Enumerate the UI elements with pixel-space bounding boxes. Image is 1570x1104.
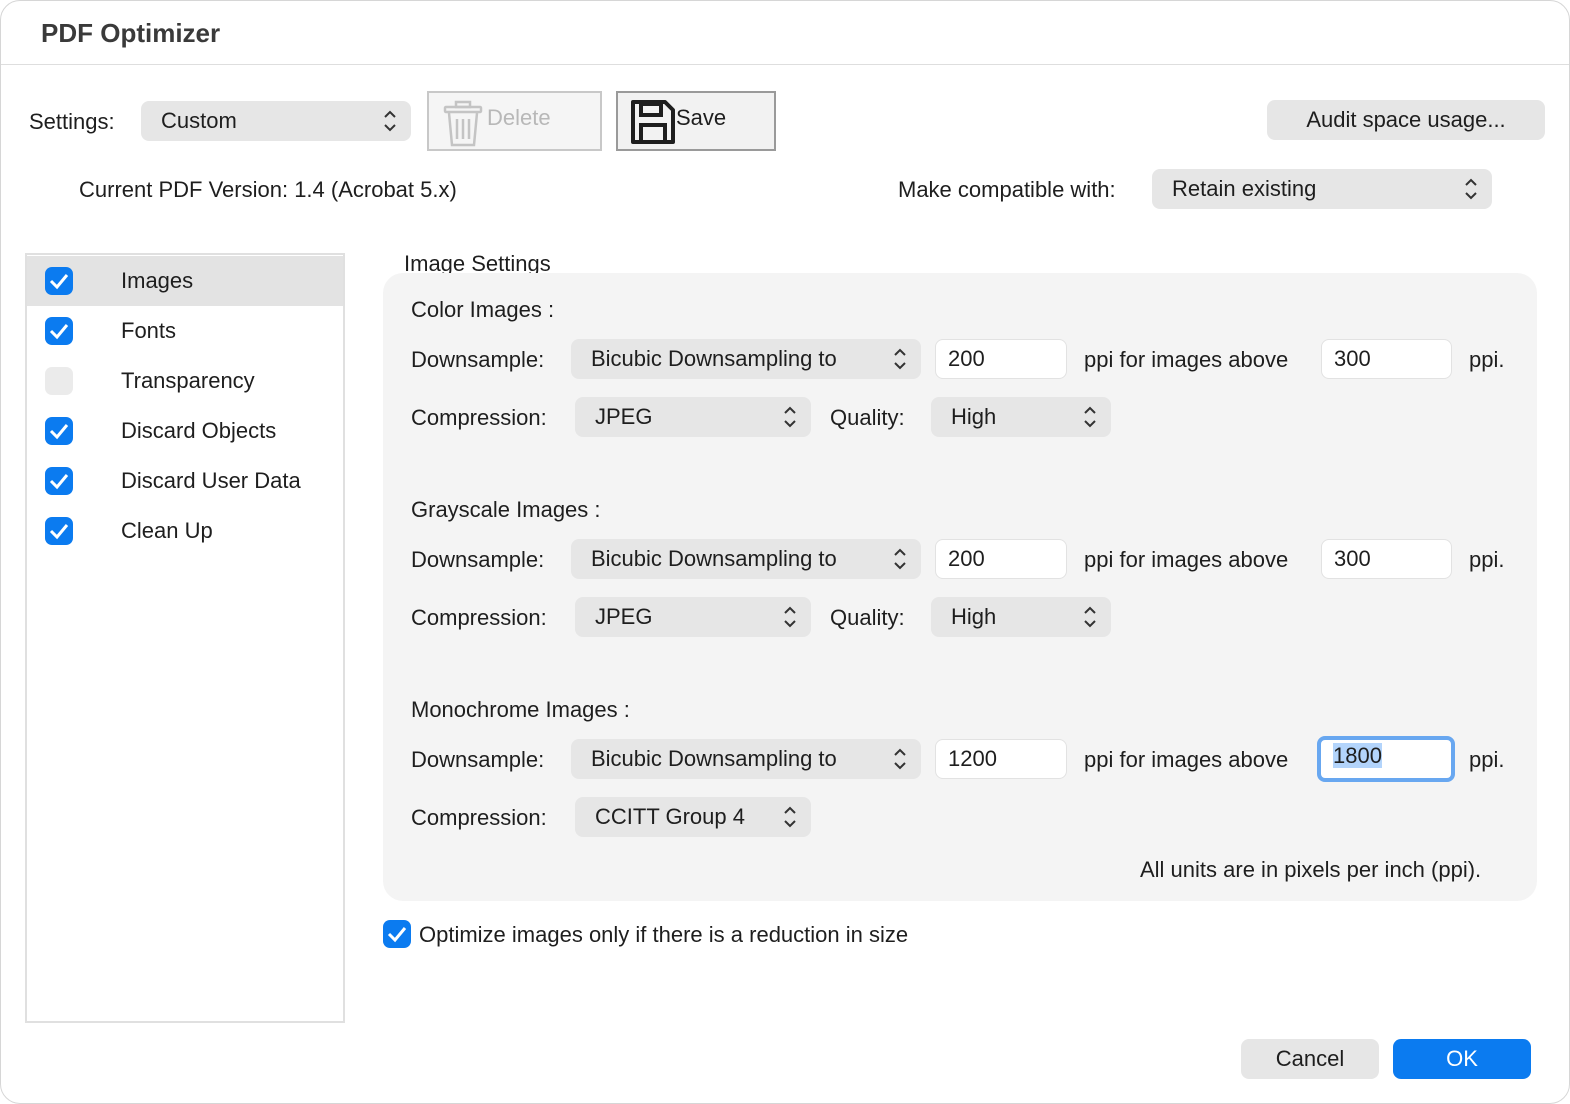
color-quality-dropdown[interactable]: High bbox=[931, 397, 1111, 437]
color-ppi-input[interactable]: 200 bbox=[935, 339, 1067, 379]
grayscale-quality-label: Quality: bbox=[830, 605, 905, 630]
monochrome-images-heading: Monochrome Images : bbox=[411, 697, 630, 722]
delete-button[interactable]: Delete bbox=[427, 91, 602, 151]
chevron-updown-icon bbox=[894, 548, 906, 570]
color-compression-value: JPEG bbox=[595, 404, 653, 429]
monochrome-ppi-above-label: ppi for images above bbox=[1084, 747, 1289, 772]
color-ppi-above-label: ppi for images above bbox=[1084, 347, 1289, 372]
ok-button[interactable]: OK bbox=[1393, 1039, 1531, 1079]
sidebar-item-discard-user-data[interactable]: Discard User Data bbox=[27, 456, 343, 506]
checkmark-icon bbox=[49, 474, 69, 490]
color-downsample-value: Bicubic Downsampling to bbox=[591, 346, 837, 371]
monochrome-compression-label: Compression: bbox=[411, 805, 547, 830]
color-compression-label: Compression: bbox=[411, 405, 547, 430]
pdf-optimizer-window: PDF Optimizer Settings: Custom Delete Sa… bbox=[0, 0, 1570, 1104]
floppy-disk-icon bbox=[631, 100, 675, 144]
sidebar-item-discard-objects[interactable]: Discard Objects bbox=[27, 406, 343, 456]
chevron-updown-icon bbox=[894, 348, 906, 370]
discard-user-data-checkbox[interactable] bbox=[45, 467, 73, 495]
grayscale-above-input[interactable]: 300 bbox=[1321, 539, 1452, 579]
optimize-only-label: Optimize images only if there is a reduc… bbox=[419, 922, 909, 947]
grayscale-ppi-suffix: ppi. bbox=[1469, 547, 1505, 572]
current-pdf-version: Current PDF Version: 1.4 (Acrobat 5.x) bbox=[79, 177, 457, 202]
title-bar: PDF Optimizer bbox=[1, 1, 1569, 65]
checkmark-icon bbox=[49, 324, 69, 340]
window-title: PDF Optimizer bbox=[41, 18, 221, 48]
make-compatible-label: Make compatible with: bbox=[898, 177, 1116, 202]
sidebar-item-label: Images bbox=[121, 268, 194, 293]
grayscale-downsample-value: Bicubic Downsampling to bbox=[591, 546, 837, 571]
checkmark-icon bbox=[49, 524, 69, 540]
color-ppi-suffix: ppi. bbox=[1469, 347, 1505, 372]
monochrome-downsample-value: Bicubic Downsampling to bbox=[591, 746, 837, 771]
save-button[interactable]: Save bbox=[616, 91, 776, 151]
chevron-updown-icon bbox=[784, 806, 796, 828]
sidebar-item-transparency[interactable]: Transparency bbox=[27, 356, 343, 406]
chevron-updown-icon bbox=[1084, 606, 1096, 628]
settings-dropdown[interactable]: Custom bbox=[141, 101, 411, 141]
make-compatible-value: Retain existing bbox=[1172, 176, 1317, 201]
sidebar-item-label: Clean Up bbox=[121, 518, 213, 543]
monochrome-ppi-suffix: ppi. bbox=[1469, 747, 1505, 772]
optimize-only-checkbox[interactable] bbox=[383, 920, 411, 948]
monochrome-compression-dropdown[interactable]: CCITT Group 4 bbox=[575, 797, 811, 837]
color-compression-dropdown[interactable]: JPEG bbox=[575, 397, 811, 437]
checkmark-icon bbox=[49, 424, 69, 440]
transparency-checkbox[interactable] bbox=[45, 367, 73, 395]
color-quality-label: Quality: bbox=[830, 405, 905, 430]
sidebar-item-fonts[interactable]: Fonts bbox=[27, 306, 343, 356]
make-compatible-dropdown[interactable]: Retain existing bbox=[1152, 169, 1492, 209]
monochrome-ppi-input[interactable]: 1200 bbox=[935, 739, 1067, 779]
clean-up-checkbox[interactable] bbox=[45, 517, 73, 545]
monochrome-compression-value: CCITT Group 4 bbox=[595, 804, 745, 829]
chevron-updown-icon bbox=[784, 606, 796, 628]
grayscale-downsample-label: Downsample: bbox=[411, 547, 545, 572]
audit-space-usage-button[interactable]: Audit space usage... bbox=[1267, 100, 1545, 140]
settings-label: Settings: bbox=[29, 109, 115, 134]
fonts-checkbox[interactable] bbox=[45, 317, 73, 345]
discard-objects-checkbox[interactable] bbox=[45, 417, 73, 445]
color-downsample-dropdown[interactable]: Bicubic Downsampling to bbox=[571, 339, 921, 379]
chevron-updown-icon bbox=[784, 406, 796, 428]
cancel-button[interactable]: Cancel bbox=[1241, 1039, 1379, 1079]
color-quality-value: High bbox=[951, 404, 997, 429]
trash-icon bbox=[443, 100, 483, 147]
delete-button-label: Delete bbox=[487, 105, 551, 130]
sidebar-item-label: Discard Objects bbox=[121, 418, 277, 443]
color-above-input[interactable]: 300 bbox=[1321, 339, 1452, 379]
grayscale-quality-dropdown[interactable]: High bbox=[931, 597, 1111, 637]
checkmark-icon bbox=[49, 274, 69, 290]
color-images-heading: Color Images : bbox=[411, 297, 555, 322]
chevron-updown-icon bbox=[384, 110, 396, 132]
monochrome-above-value: 1800 bbox=[1333, 743, 1382, 768]
color-downsample-label: Downsample: bbox=[411, 347, 545, 372]
grayscale-images-heading: Grayscale Images : bbox=[411, 497, 601, 522]
grayscale-ppi-input[interactable]: 200 bbox=[935, 539, 1067, 579]
category-sidebar: Images Fonts Transparency Discard Object… bbox=[25, 253, 345, 1023]
grayscale-compression-dropdown[interactable]: JPEG bbox=[575, 597, 811, 637]
checkmark-icon bbox=[387, 927, 407, 943]
monochrome-above-input[interactable]: 1800 bbox=[1317, 736, 1455, 782]
grayscale-ppi-above-label: ppi for images above bbox=[1084, 547, 1289, 572]
sidebar-item-label: Discard User Data bbox=[121, 468, 301, 493]
grayscale-compression-value: JPEG bbox=[595, 604, 653, 629]
sidebar-item-label: Transparency bbox=[121, 368, 255, 393]
grayscale-downsample-dropdown[interactable]: Bicubic Downsampling to bbox=[571, 539, 921, 579]
grayscale-quality-value: High bbox=[951, 604, 997, 629]
settings-dropdown-value: Custom bbox=[161, 108, 237, 133]
sidebar-item-clean-up[interactable]: Clean Up bbox=[27, 506, 343, 556]
chevron-updown-icon bbox=[1465, 178, 1477, 200]
chevron-updown-icon bbox=[894, 748, 906, 770]
chevron-updown-icon bbox=[1084, 406, 1096, 428]
save-button-label: Save bbox=[676, 105, 727, 130]
monochrome-downsample-label: Downsample: bbox=[411, 747, 545, 772]
sidebar-item-label: Fonts bbox=[121, 318, 177, 343]
sidebar-item-images[interactable]: Images bbox=[27, 256, 343, 306]
units-note: All units are in pixels per inch (ppi). bbox=[1140, 857, 1482, 882]
grayscale-compression-label: Compression: bbox=[411, 605, 547, 630]
images-checkbox[interactable] bbox=[45, 267, 73, 295]
monochrome-downsample-dropdown[interactable]: Bicubic Downsampling to bbox=[571, 739, 921, 779]
